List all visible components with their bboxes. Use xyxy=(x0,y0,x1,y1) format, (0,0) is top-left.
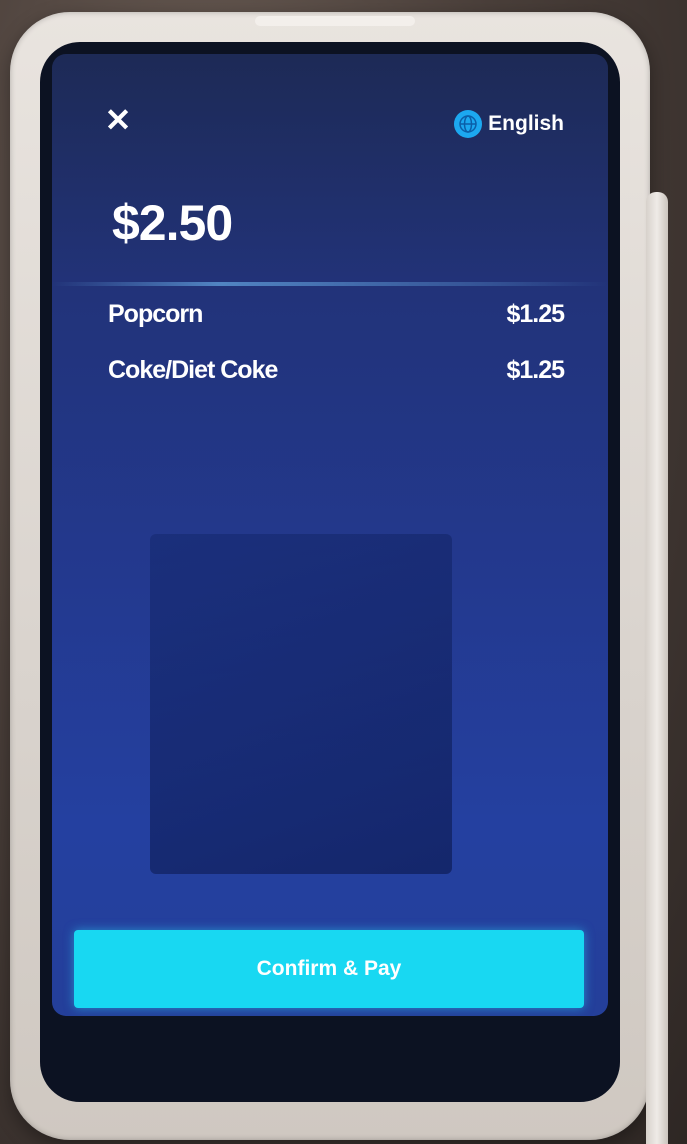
list-item: Popcorn $1.25 xyxy=(108,286,565,342)
item-price: $1.25 xyxy=(506,299,565,328)
list-item: Coke/Diet Coke $1.25 xyxy=(108,342,565,398)
close-button[interactable]: ✕ xyxy=(104,104,132,136)
confirm-pay-button[interactable]: Confirm & Pay xyxy=(74,930,584,1008)
confirm-pay-label: Confirm & Pay xyxy=(256,957,402,980)
device-notch xyxy=(255,16,415,26)
checkout-screen: ✕ English $2.50 Popcorn $1.25 Coke/Diet … xyxy=(52,54,608,1016)
language-label: English xyxy=(488,112,564,135)
order-items-list: Popcorn $1.25 Coke/Diet Coke $1.25 xyxy=(108,286,565,398)
globe-icon xyxy=(454,110,483,138)
item-name: Popcorn xyxy=(108,299,203,328)
close-icon: ✕ xyxy=(104,102,132,138)
device-stand xyxy=(646,192,668,1144)
item-name: Coke/Diet Coke xyxy=(108,355,278,384)
order-total: $2.50 xyxy=(112,195,233,251)
language-button[interactable]: English xyxy=(454,108,564,140)
item-price: $1.25 xyxy=(506,355,565,384)
screen-reflection xyxy=(150,534,452,874)
